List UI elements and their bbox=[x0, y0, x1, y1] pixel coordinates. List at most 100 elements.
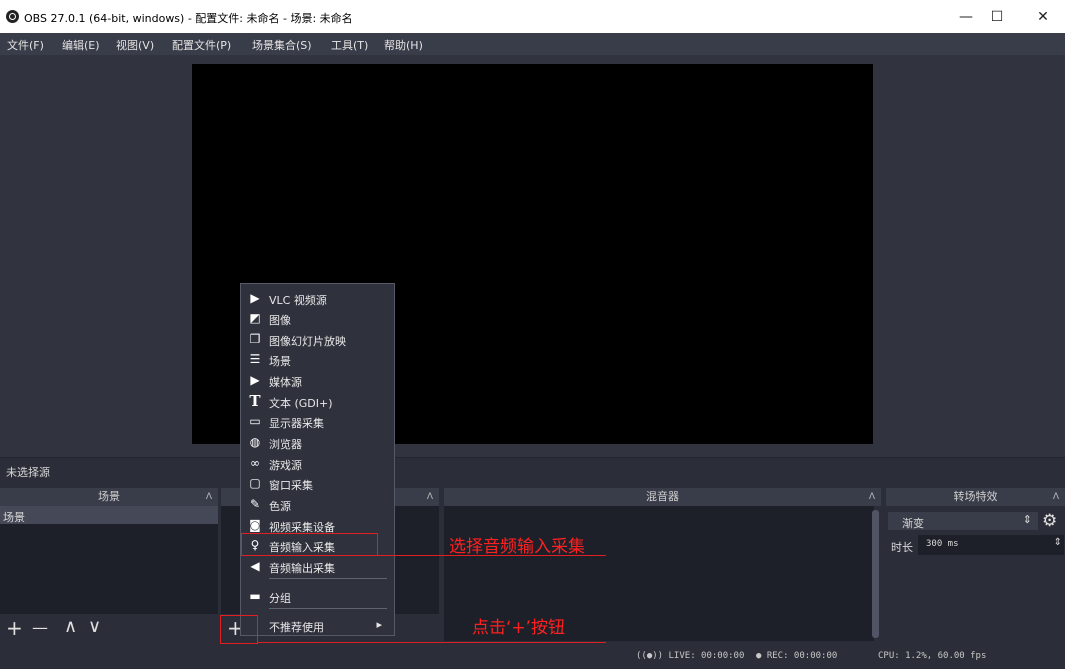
float-icon[interactable]: ᐱ bbox=[869, 488, 875, 506]
gamepad-icon: ∞ bbox=[250, 456, 260, 470]
live-status: ((●)) LIVE: 00:00:00 bbox=[636, 651, 744, 661]
rec-icon: ● bbox=[756, 651, 767, 661]
mixer-dock-title: 混音器 bbox=[646, 490, 679, 503]
menu-item-label: 不推荐使用 bbox=[269, 621, 324, 634]
text-icon: T bbox=[249, 392, 261, 410]
menu-scene-collection[interactable]: 场景集合(S) bbox=[252, 37, 312, 53]
menu-item-label: 图像 bbox=[269, 314, 291, 327]
globe-icon: ◍ bbox=[249, 435, 261, 449]
menu-item-label: 窗口采集 bbox=[269, 479, 313, 492]
cpu-status: CPU: 1.2%, 60.00 fps bbox=[878, 651, 987, 661]
menu-item[interactable]: ▢ 窗口采集 bbox=[241, 473, 394, 493]
play-icon: ▶ bbox=[250, 373, 260, 387]
remove-scene-button[interactable]: — bbox=[32, 618, 48, 638]
close-button[interactable]: ✕ bbox=[1020, 4, 1065, 30]
add-source-menu: ▶ VLC 视频源 ◩ 图像 ❐ 图像幻灯片放映 ☰ 场景 ▶ 媒体源 T 文本 (GDI+) ▭ 显示器… bbox=[240, 283, 395, 636]
annotation-underline bbox=[258, 642, 606, 643]
menu-item[interactable]: ✎ 色源 bbox=[241, 494, 394, 514]
menu-item[interactable]: ◀ 音频输出采集 bbox=[241, 556, 394, 576]
transition-select-value: 渐变 bbox=[902, 517, 924, 530]
scenes-list[interactable]: 场景 bbox=[0, 506, 218, 614]
mixer-scrollbar[interactable] bbox=[872, 510, 879, 638]
menu-item[interactable]: ∞ 游戏源 bbox=[241, 453, 394, 473]
menu-item-label: 音频输出采集 bbox=[269, 562, 335, 575]
menu-item-label: 浏览器 bbox=[269, 438, 302, 451]
spin-arrows-icon: ⇕ bbox=[1022, 513, 1032, 526]
menu-item[interactable]: ▶ VLC 视频源 bbox=[241, 288, 394, 308]
slideshow-icon: ❐ bbox=[249, 332, 261, 346]
menu-item[interactable]: ❐ 图像幻灯片放映 bbox=[241, 329, 394, 349]
transitions-dock: 渐变 ⇕ ⚙ 时长 300 ms ⇕ bbox=[886, 506, 1065, 643]
title-bar: OBS 27.0.1 (64-bit, windows) - 配置文件: 未命名… bbox=[0, 0, 1065, 33]
move-scene-up-button[interactable]: ∧ bbox=[64, 617, 77, 637]
duration-field-value: 300 ms bbox=[926, 539, 959, 549]
brush-icon: ✎ bbox=[249, 497, 261, 511]
menu-item-label: 分组 bbox=[269, 592, 291, 605]
menu-item-label: 文本 (GDI+) bbox=[269, 397, 333, 410]
scene-list-item-label: 场景 bbox=[3, 511, 25, 524]
obs-logo-icon bbox=[6, 10, 19, 23]
duration-field[interactable]: 300 ms ⇕ bbox=[918, 535, 1064, 555]
menu-item[interactable]: ◙ 视频采集设备 bbox=[241, 515, 394, 535]
no-source-selected-label: 未选择源 bbox=[6, 466, 50, 479]
menu-item[interactable]: 不推荐使用 ▸ bbox=[241, 615, 394, 635]
transitions-dock-title: 转场特效 bbox=[953, 490, 998, 503]
menu-item-label: 色源 bbox=[269, 500, 291, 513]
transitions-dock-header: 转场特效 ᐱ bbox=[886, 488, 1065, 506]
scenes-dock: 场景 + — ∧ ∨ bbox=[0, 506, 218, 643]
scenes-dock-header: 场景 ᐱ bbox=[0, 488, 218, 506]
live-icon: ((●)) bbox=[636, 651, 669, 661]
menu-help[interactable]: 帮助(H) bbox=[384, 37, 423, 53]
monitor-icon: ▭ bbox=[249, 414, 261, 428]
menu-item[interactable]: ◍ 浏览器 bbox=[241, 432, 394, 452]
menu-tools[interactable]: 工具(T) bbox=[331, 37, 368, 53]
annotation-highlight-box bbox=[241, 533, 378, 556]
annotation-highlight-box bbox=[220, 615, 258, 644]
spin-arrows-icon[interactable]: ⇕ bbox=[1054, 537, 1062, 548]
submenu-arrow-icon: ▸ bbox=[376, 618, 382, 631]
float-icon[interactable]: ᐱ bbox=[427, 488, 433, 506]
menu-item[interactable]: T 文本 (GDI+) bbox=[241, 391, 394, 411]
duration-label: 时长 bbox=[891, 541, 913, 554]
float-icon[interactable]: ᐱ bbox=[206, 488, 212, 506]
rec-status-text: REC: 00:00:00 bbox=[766, 651, 838, 661]
menu-item[interactable]: ▬ 分组 bbox=[241, 586, 394, 606]
status-bar: ((●)) LIVE: 00:00:00 ● REC: 00:00:00 CPU… bbox=[0, 643, 1065, 669]
annotation-select-audio: 选择音频输入采集 bbox=[449, 537, 585, 557]
add-scene-button[interactable]: + bbox=[6, 618, 23, 638]
folder-icon: ▬ bbox=[249, 589, 261, 603]
menu-item[interactable]: ▶ 媒体源 bbox=[241, 370, 394, 390]
gear-icon[interactable]: ⚙ bbox=[1042, 511, 1057, 531]
maximize-button[interactable]: ☐ bbox=[974, 4, 1020, 30]
menu-view[interactable]: 视图(V) bbox=[116, 37, 154, 53]
menu-profile[interactable]: 配置文件(P) bbox=[172, 37, 231, 53]
menu-bar: 文件(F) 编辑(E) 视图(V) 配置文件(P) 场景集合(S) 工具(T) … bbox=[0, 33, 1065, 55]
scene-list-item[interactable]: 场景 bbox=[0, 506, 218, 524]
live-status-text: LIVE: 00:00:00 bbox=[668, 651, 745, 661]
window-title: OBS 27.0.1 (64-bit, windows) - 配置文件: 未命名… bbox=[24, 12, 353, 25]
image-icon: ◩ bbox=[249, 311, 261, 325]
menu-item-label: 场景 bbox=[269, 355, 291, 368]
mixer-dock-header: 混音器 ᐱ bbox=[444, 488, 881, 506]
list-icon: ☰ bbox=[249, 352, 261, 366]
menu-separator bbox=[269, 578, 387, 579]
move-scene-down-button[interactable]: ∨ bbox=[88, 617, 101, 637]
menu-file[interactable]: 文件(F) bbox=[7, 37, 44, 53]
annotation-click-plus: 点击‘+’按钮 bbox=[472, 618, 566, 638]
menu-item-label: VLC 视频源 bbox=[269, 294, 327, 307]
source-context-bar: 未选择源 bbox=[0, 457, 1065, 488]
float-icon[interactable]: ᐱ bbox=[1053, 488, 1059, 506]
speaker-icon: ◀ bbox=[250, 559, 260, 573]
menu-item[interactable]: ☰ 场景 bbox=[241, 349, 394, 369]
rec-status: ● REC: 00:00:00 bbox=[756, 651, 837, 661]
window-icon: ▢ bbox=[249, 476, 261, 490]
transition-select[interactable]: 渐变 ⇕ bbox=[888, 512, 1038, 530]
menu-item-label: 图像幻灯片放映 bbox=[269, 335, 346, 348]
menu-item[interactable]: ▭ 显示器采集 bbox=[241, 411, 394, 431]
menu-item-label: 媒体源 bbox=[269, 376, 302, 389]
menu-item[interactable]: ◩ 图像 bbox=[241, 308, 394, 328]
menu-edit[interactable]: 编辑(E) bbox=[62, 37, 100, 53]
menu-separator bbox=[269, 608, 387, 609]
menu-item-label: 游戏源 bbox=[269, 459, 302, 472]
play-icon: ▶ bbox=[250, 291, 260, 305]
